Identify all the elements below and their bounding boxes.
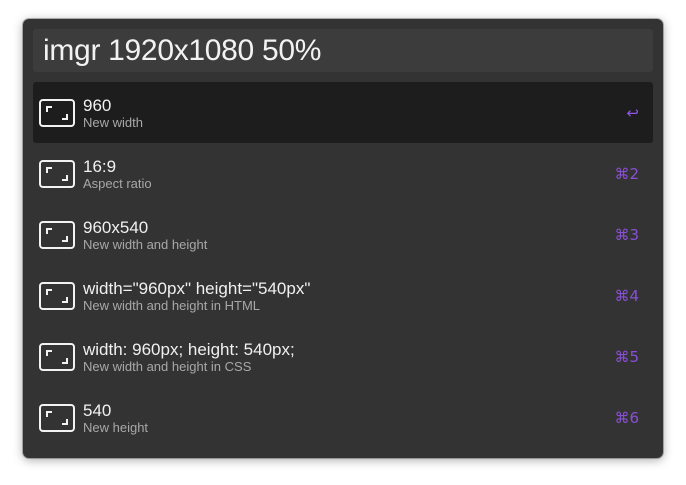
result-subtitle: New width and height <box>83 236 208 252</box>
result-subtitle: New height <box>83 419 149 435</box>
keyboard-shortcut: ⌘2 <box>614 164 639 183</box>
keyboard-shortcut: ⌘6 <box>614 408 639 427</box>
resize-frame-icon <box>39 403 75 432</box>
resize-frame-icon <box>39 159 75 188</box>
result-item[interactable]: 960x540 New width and height ⌘3 <box>33 204 653 265</box>
results-list: 960 New width ↩ 16:9 Aspect ratio ⌘2 960… <box>33 82 653 448</box>
result-title: 960 <box>83 95 112 115</box>
resize-frame-icon <box>39 98 75 127</box>
result-subtitle: New width and height in CSS <box>83 358 252 374</box>
result-title: 540 <box>83 400 112 420</box>
resize-frame-icon <box>39 281 75 310</box>
result-title: width: 960px; height: 540px; <box>83 339 295 359</box>
return-key-shortcut: ↩ <box>626 103 639 122</box>
result-title: width="960px" height="540px" <box>83 278 311 298</box>
result-subtitle: New width <box>83 114 143 130</box>
result-item[interactable]: width="960px" height="540px" New width a… <box>33 265 653 326</box>
keyboard-shortcut: ⌘5 <box>614 347 639 366</box>
result-item[interactable]: 16:9 Aspect ratio ⌘2 <box>33 143 653 204</box>
keyboard-shortcut: ⌘3 <box>614 225 639 244</box>
resize-frame-icon <box>39 342 75 371</box>
result-title: 960x540 <box>83 217 149 237</box>
result-subtitle: Aspect ratio <box>83 175 152 191</box>
launcher-window: imgr 1920x1080 50% 960 New width ↩ 16:9 … <box>23 19 663 458</box>
result-item[interactable]: 540 New height ⌘6 <box>33 387 653 448</box>
result-subtitle: New width and height in HTML <box>83 297 261 313</box>
result-item[interactable]: width: 960px; height: 540px; New width a… <box>33 326 653 387</box>
result-title: 16:9 <box>83 156 117 176</box>
result-item[interactable]: 960 New width ↩ <box>33 82 653 143</box>
search-input[interactable]: imgr 1920x1080 50% <box>33 29 653 72</box>
keyboard-shortcut: ⌘4 <box>614 286 639 305</box>
resize-frame-icon <box>39 220 75 249</box>
